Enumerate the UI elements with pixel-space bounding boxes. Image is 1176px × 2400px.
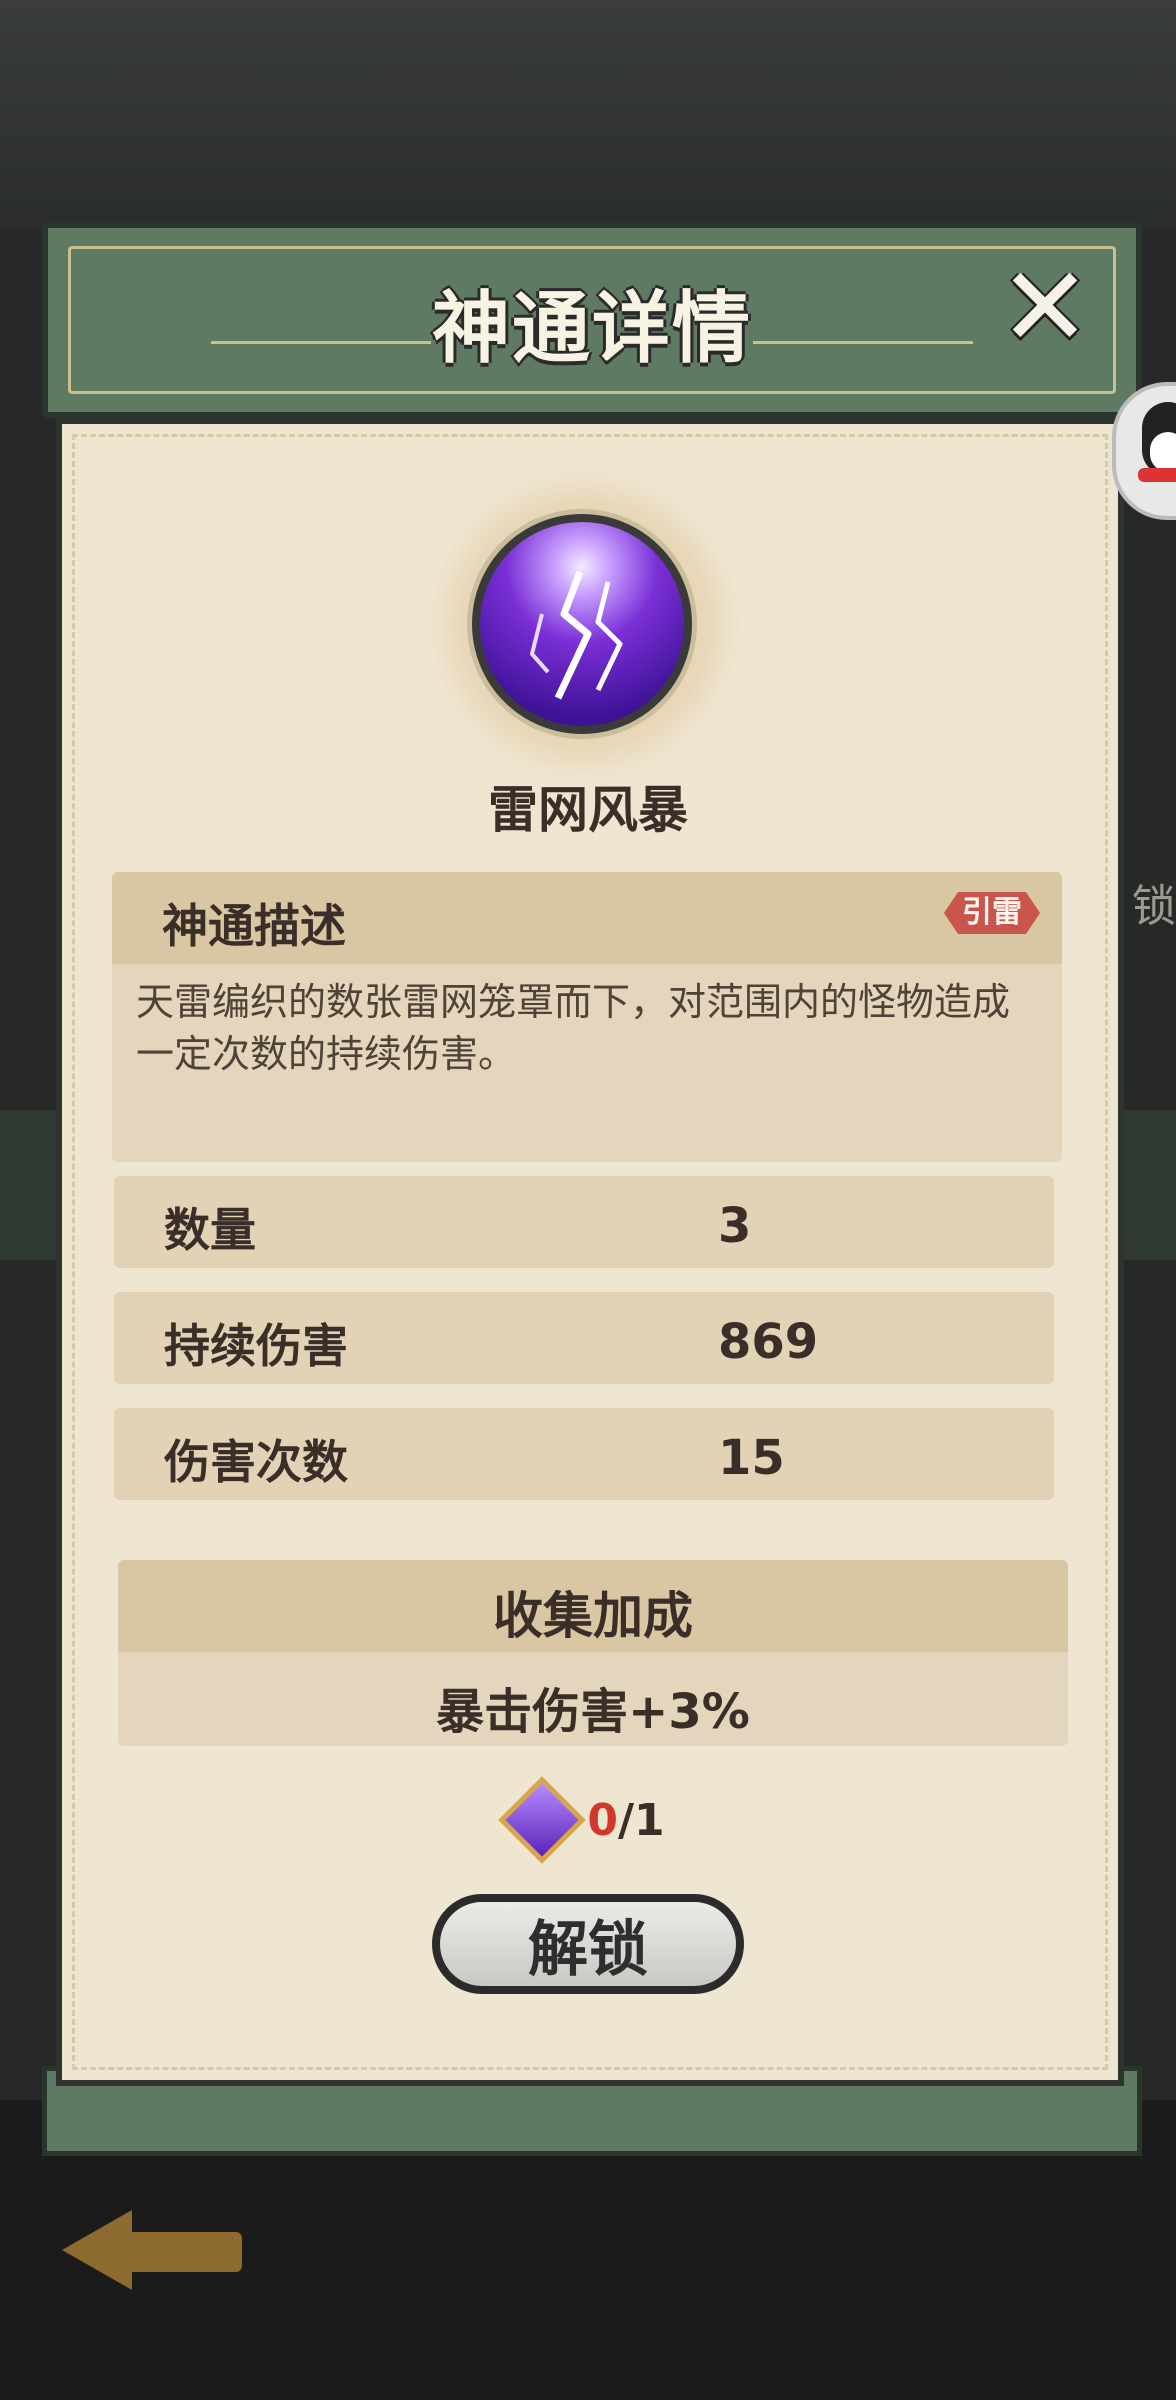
cost-text: 0/1 bbox=[587, 1795, 664, 1846]
side-text-right: 锁 bbox=[1132, 881, 1176, 932]
element-tag-badge: 引雷 bbox=[944, 892, 1040, 934]
stat-label: 伤害次数 bbox=[164, 1435, 348, 1489]
penguin-face bbox=[1150, 432, 1176, 472]
collection-bonus-value: 暴击伤害+3% bbox=[436, 1684, 750, 1740]
cost-need: /1 bbox=[617, 1794, 665, 1846]
background-top bbox=[0, 0, 1176, 230]
background-left-bar bbox=[0, 1110, 60, 1260]
description-text: 天雷编织的数张雷网笼罩而下，对范围内的怪物造成一定次数的持续伤害。 bbox=[136, 980, 1011, 1076]
description-header: 神通描述 引雷 bbox=[112, 872, 1062, 964]
background-right-bar bbox=[1116, 1110, 1176, 1260]
stat-value: 3 bbox=[718, 1198, 752, 1254]
close-button[interactable]: ✕ bbox=[999, 252, 1091, 362]
stat-row-sustained-damage: 持续伤害 869 bbox=[114, 1292, 1054, 1384]
stat-row-hit-count: 伤害次数 15 bbox=[114, 1408, 1054, 1500]
dialog-title: 神通详情 bbox=[431, 284, 752, 374]
cost-have: 0 bbox=[587, 1794, 618, 1846]
description-box: 神通描述 引雷 天雷编织的数张雷网笼罩而下，对范围内的怪物造成一定次数的持续伤害… bbox=[112, 872, 1062, 1162]
skill-name: 雷网风暴 bbox=[488, 781, 688, 839]
unlock-cost: 0/1 bbox=[0, 1776, 1176, 1864]
back-arrow-body bbox=[122, 2232, 242, 2272]
lightning-orb-icon bbox=[472, 514, 692, 734]
dialog-header: 神通详情 bbox=[42, 222, 1142, 418]
stat-value: 15 bbox=[718, 1430, 785, 1486]
stat-label: 数量 bbox=[164, 1203, 256, 1257]
collection-bonus-box: 收集加成 暴击伤害+3% bbox=[118, 1560, 1068, 1746]
lightning-bolt-icon bbox=[530, 570, 623, 700]
purple-gem-icon bbox=[498, 1776, 587, 1864]
close-x-icon: ✕ bbox=[998, 243, 1092, 371]
collection-bonus-title: 收集加成 bbox=[493, 1587, 693, 1645]
collection-bonus-header: 收集加成 bbox=[118, 1560, 1068, 1652]
stat-row-count: 数量 3 bbox=[114, 1176, 1054, 1268]
description-title: 神通描述 bbox=[162, 899, 346, 953]
unlock-button[interactable]: 解锁 bbox=[432, 1894, 744, 1994]
penguin-scarf bbox=[1138, 468, 1176, 482]
back-button[interactable] bbox=[62, 2200, 252, 2300]
stat-label: 持续伤害 bbox=[164, 1319, 348, 1373]
stat-value: 869 bbox=[718, 1314, 819, 1370]
